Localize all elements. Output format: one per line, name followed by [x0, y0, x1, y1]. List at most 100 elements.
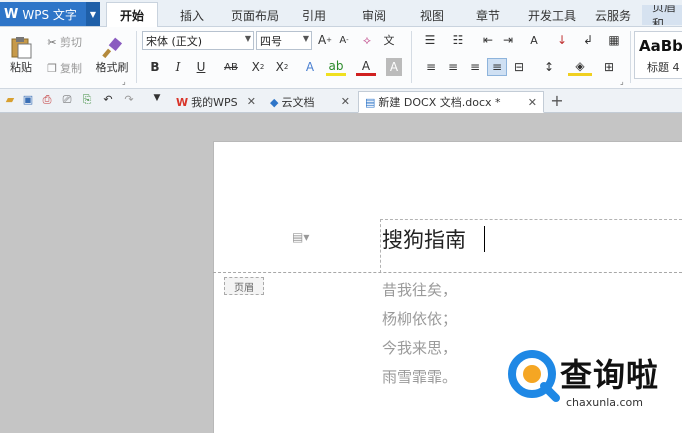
sort-icon[interactable]: ↓ — [552, 31, 572, 49]
tab-page-layout[interactable]: 页面布局 — [224, 5, 286, 25]
cut-button[interactable]: ✂ 剪切 — [44, 33, 90, 51]
tab-review[interactable]: 审阅 — [354, 5, 394, 25]
copy-label: 复制 — [60, 62, 82, 75]
font-name-select[interactable]: 宋体 (正文) ▼ — [142, 31, 254, 50]
body-line[interactable]: 雨雪霏霏。 — [382, 366, 457, 387]
app-menu-button[interactable]: W WPS 文字 ▼ — [0, 2, 100, 26]
increase-indent-icon[interactable]: ⇥ — [498, 31, 518, 49]
tab-chapter[interactable]: 章节 — [468, 5, 508, 25]
cloud-cube-icon: ◆ — [270, 95, 279, 109]
change-case-icon[interactable]: A — [522, 31, 546, 49]
clear-format-icon[interactable]: ⟡ — [357, 31, 377, 49]
paste-button[interactable]: 粘贴 — [3, 33, 39, 75]
char-shading-icon[interactable]: A — [386, 58, 402, 76]
tab-insert[interactable]: 插入 — [168, 5, 216, 25]
underline-icon[interactable]: U — [191, 58, 211, 76]
show-marks-icon[interactable]: ↲ — [578, 31, 598, 49]
font-name-value: 宋体 (正文) — [146, 34, 203, 48]
header-boundary-line — [213, 272, 682, 273]
justify-icon[interactable]: ≡ — [487, 58, 507, 76]
bullet-list-icon[interactable]: ☰ — [418, 31, 442, 49]
grow-font-icon[interactable]: A + — [315, 31, 335, 49]
save-icon[interactable]: ▣ — [21, 93, 35, 106]
header-options-icon[interactable]: ▤▾ — [292, 230, 309, 244]
separator — [136, 31, 137, 83]
body-line[interactable]: 杨柳依依； — [382, 308, 457, 329]
doc-tab-cloud-docs[interactable]: ◆ 云文档 ✕ — [264, 91, 356, 113]
new-tab-plus-icon[interactable]: + — [549, 91, 565, 110]
decrease-indent-icon[interactable]: ⇤ — [478, 31, 498, 49]
numbered-list-icon[interactable]: ☷ — [446, 31, 470, 49]
separator — [630, 31, 631, 83]
borders-icon[interactable]: ⊞ — [597, 58, 621, 76]
watermark-domain: chaxunla.com — [566, 396, 643, 409]
italic-icon[interactable]: I — [168, 58, 188, 76]
bold-icon[interactable]: B — [145, 58, 165, 76]
format-painter-label: 格式刷 — [95, 61, 129, 74]
export-pdf-icon[interactable]: ⎙ — [40, 93, 54, 107]
doc-tab-label: 新建 DOCX 文档.docx * — [378, 96, 501, 109]
doc-tab-label: 我的WPS — [191, 96, 238, 109]
font-size-value: 四号 — [260, 34, 282, 48]
print-preview-icon[interactable]: ⎘ — [80, 93, 94, 107]
format-painter-button[interactable]: 格式刷 — [92, 31, 132, 75]
align-left-icon[interactable]: ≡ — [421, 58, 441, 76]
separator — [411, 31, 412, 83]
font-size-select[interactable]: 四号 ▼ — [256, 31, 312, 50]
tab-developer[interactable]: 开发工具 — [522, 5, 582, 25]
copy-icon: ❐ — [47, 61, 57, 75]
tab-home[interactable]: 开始 — [106, 2, 158, 27]
undo-icon[interactable]: ↶ — [101, 93, 115, 106]
wps-writer-window: W WPS 文字 ▼ 开始 插入 页面布局 引用 审阅 视图 章节 开发工具 云… — [0, 0, 682, 433]
tab-view[interactable]: 视图 — [412, 5, 452, 25]
shrink-font-icon[interactable]: A- — [334, 31, 354, 49]
table-grid-icon[interactable]: ▦ — [604, 31, 624, 49]
menu-bar: W WPS 文字 ▼ 开始 插入 页面布局 引用 审阅 视图 章节 开发工具 云… — [0, 0, 682, 27]
align-right-icon[interactable]: ≡ — [465, 58, 485, 76]
redo-icon[interactable]: ↷ — [122, 93, 136, 106]
print-icon[interactable]: ⎚ — [60, 93, 74, 107]
scissors-icon: ✂ — [47, 35, 57, 49]
doc-tab-my-wps[interactable]: W 我的WPS ✕ — [170, 91, 262, 113]
copy-button[interactable]: ❐ 复制 — [44, 59, 90, 77]
app-name: WPS 文字 — [22, 7, 77, 22]
wps-logo-icon: W — [4, 6, 19, 22]
close-icon[interactable]: ✕ — [528, 96, 537, 109]
doc-tab-new-docx[interactable]: ▤ 新建 DOCX 文档.docx * ✕ — [358, 91, 544, 113]
doc-tab-label: 云文档 — [281, 96, 315, 109]
header-text[interactable]: 搜狗指南 — [382, 224, 466, 254]
watermark-title: 查询啦 — [560, 356, 660, 394]
paragraph-group-launcher-icon[interactable]: ⌟ — [620, 77, 624, 86]
font-color-icon[interactable]: A — [356, 58, 376, 76]
clipboard-group-launcher-icon[interactable]: ⌟ — [122, 77, 126, 86]
customize-toolbar-icon[interactable]: ▼ — [150, 93, 164, 103]
subscript-icon[interactable]: X2 — [272, 58, 292, 76]
line-spacing-icon[interactable]: ↕ — [537, 58, 561, 76]
superscript-icon[interactable]: X2 — [248, 58, 268, 76]
watermark-logo-icon — [508, 350, 560, 402]
open-folder-icon[interactable]: ▰ — [3, 93, 17, 106]
quick-access-bar: ▰ ▣ ⎙ ⎚ ⎘ ↶ ↷ ▼ W 我的WPS ✕ ◆ 云文档 ✕ ▤ 新建 D… — [0, 89, 682, 113]
ribbon-toolbar: 粘贴 ✂ 剪切 ❐ 复制 格式刷 ⌟ 宋体 (正文) ▼ 四号 ▼ A + A- … — [0, 27, 682, 89]
align-center-icon[interactable]: ≡ — [443, 58, 463, 76]
header-label: 页眉 — [224, 277, 264, 295]
tab-header-footer[interactable]: 页眉和 — [642, 5, 682, 25]
chevron-down-icon: ▼ — [244, 34, 251, 43]
body-line[interactable]: 今我来思， — [382, 337, 457, 358]
highlight-icon[interactable]: ab — [326, 58, 346, 76]
close-icon[interactable]: ✕ — [341, 95, 350, 108]
body-line[interactable]: 昔我往矣， — [382, 279, 457, 300]
phonetic-guide-icon[interactable]: 文 — [379, 31, 399, 49]
strikethrough-icon[interactable]: AB — [218, 58, 244, 76]
distribute-icon[interactable]: ⊟ — [509, 58, 529, 76]
close-icon[interactable]: ✕ — [247, 95, 256, 108]
style-gallery-item[interactable]: AaBb 标题 4 — [634, 31, 682, 79]
brush-icon — [102, 37, 123, 59]
text-cursor — [484, 226, 485, 252]
tab-references[interactable]: 引用 — [294, 5, 334, 25]
paragraph-shading-icon[interactable]: ◈ — [568, 58, 592, 76]
tab-cloud[interactable]: 云服务 — [590, 5, 636, 25]
app-menu-arrow-icon[interactable]: ▼ — [86, 2, 100, 26]
text-effect-icon[interactable]: A — [300, 58, 320, 76]
cut-label: 剪切 — [60, 36, 82, 49]
